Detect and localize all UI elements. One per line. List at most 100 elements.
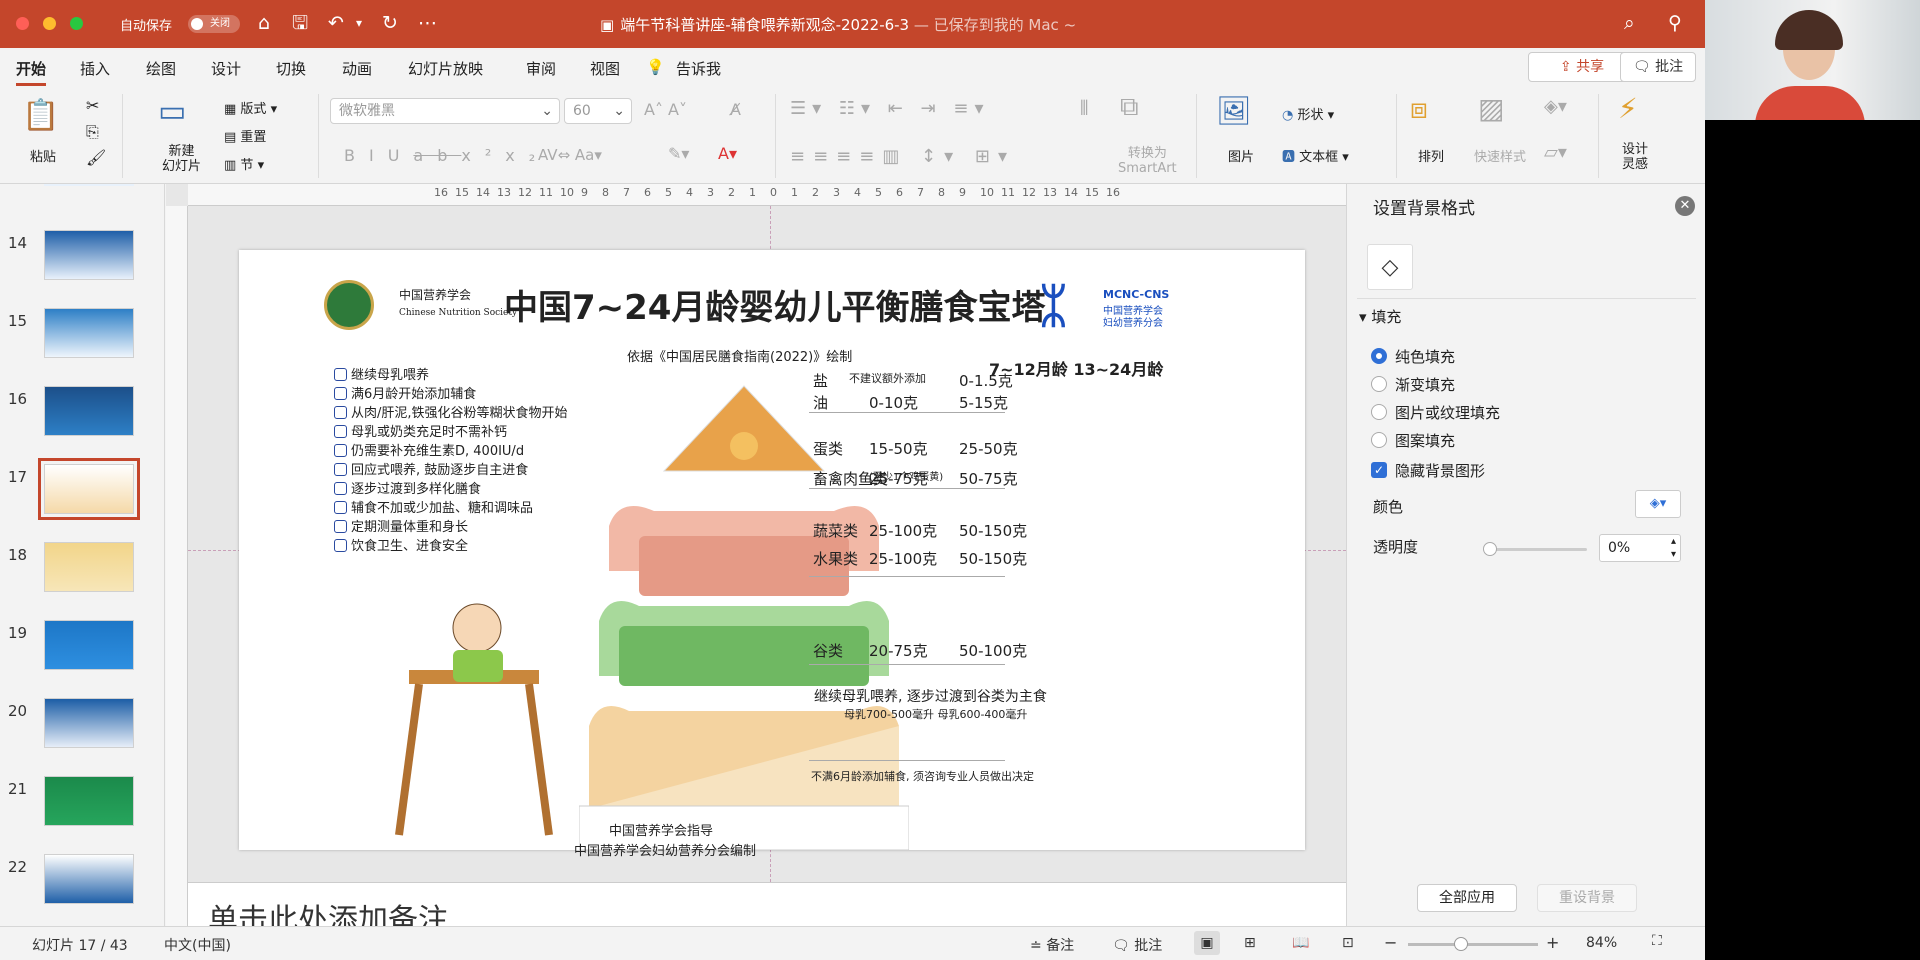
slide-sorter-icon[interactable]: ⊞ — [1244, 935, 1256, 951]
redo-icon[interactable]: ↻ — [382, 12, 398, 34]
zoom-slider[interactable] — [1408, 943, 1538, 946]
fill-option-label[interactable]: 图片或纹理填充 — [1395, 402, 1500, 423]
design-ideas-icon[interactable]: ⚡ — [1618, 92, 1638, 125]
apply-to-all-button[interactable]: 全部应用 — [1417, 884, 1517, 912]
fill-bucket-icon[interactable]: ◇ — [1367, 244, 1413, 290]
fill-option-radio[interactable] — [1371, 432, 1387, 448]
color-picker-button[interactable]: ◈▾ — [1635, 490, 1681, 518]
section-button[interactable]: ▥ 节 ▾ — [224, 154, 264, 173]
slide-thumbnail[interactable] — [44, 698, 134, 748]
fill-option-label[interactable]: 纯色填充 — [1395, 346, 1455, 367]
fill-section-header[interactable]: ▾ 填充 — [1359, 306, 1401, 327]
account-icon[interactable]: ⚲ — [1668, 12, 1682, 34]
slide-thumbnail[interactable] — [44, 776, 134, 826]
undo-icon[interactable]: ↶ — [328, 12, 344, 34]
picture-button[interactable]: 图片 — [1228, 146, 1254, 165]
layout-button[interactable]: ▦ 版式 ▾ — [224, 98, 277, 117]
comments-toggle[interactable]: 🗨 批注 — [1112, 935, 1162, 955]
quick-styles-button[interactable]: 快速样式 — [1474, 146, 1526, 165]
slideshow-icon[interactable]: ⊡ — [1342, 935, 1354, 951]
fill-option-label[interactable]: 图案填充 — [1395, 430, 1455, 451]
paste-icon[interactable]: 📋 — [22, 98, 59, 133]
arrange-icon[interactable]: ⧈ — [1410, 92, 1428, 126]
font-color-icon[interactable]: A▾ — [718, 144, 737, 163]
slide-editing-area[interactable]: 16 15 14 13 12 11 10 9 8 7 6 5 4 3 2 1 0 1 2 3 4 5 6 7 8 9 10 11 12 1… — [166, 184, 1346, 926]
save-icon[interactable]: 🖫 — [292, 12, 308, 34]
columns-icon[interactable]: ⫴ — [1080, 96, 1088, 120]
new-slide-button[interactable]: 新建 幻灯片 — [162, 144, 201, 174]
slide-thumbnail[interactable] — [44, 620, 134, 670]
normal-view-icon[interactable]: ▣ — [1194, 931, 1220, 955]
tab-draw[interactable]: 绘图 — [146, 58, 176, 79]
home-icon[interactable]: ⌂ — [258, 12, 270, 34]
stepper-icon[interactable]: ▴ ▾ — [1671, 535, 1676, 561]
slide-thumbnail[interactable] — [44, 854, 134, 904]
tab-insert[interactable]: 插入 — [80, 58, 110, 79]
zoom-window-button[interactable] — [70, 17, 83, 30]
cut-icon[interactable]: ✂ — [86, 96, 99, 115]
smartart-icon[interactable]: ⧉ — [1120, 92, 1139, 123]
tab-animations[interactable]: 动画 — [342, 58, 372, 79]
transparency-slider-thumb[interactable] — [1483, 542, 1497, 556]
font-name-combo[interactable]: 微软雅黑 ⌄ — [330, 98, 560, 124]
tab-slideshow[interactable]: 幻灯片放映 — [408, 58, 483, 79]
format-painter-icon[interactable]: 🖌 — [86, 148, 106, 167]
notes-placeholder[interactable]: 单击此处添加备注 — [208, 895, 448, 926]
language-indicator[interactable]: 中文(中国) — [164, 935, 231, 955]
paste-label[interactable]: 粘贴 — [30, 146, 56, 165]
tab-transitions[interactable]: 切换 — [276, 58, 306, 79]
slide-thumbnail-pane[interactable]: 14 15 16 17 18 19 20 21 22 — [0, 184, 165, 926]
arrange-button[interactable]: 排列 — [1418, 146, 1444, 165]
slide-title[interactable]: 中国7~24月龄婴幼儿平衡膳食宝塔 — [504, 280, 1045, 329]
list-buttons[interactable]: ☰▾ ☷▾ ⇤ ⇥ ≡▾ — [790, 98, 990, 119]
design-ideas-button[interactable]: 设计 灵感 — [1622, 142, 1648, 172]
close-icon[interactable]: ✕ — [1675, 196, 1695, 216]
char-spacing-icon[interactable]: AV⇔ Aa▾ — [538, 146, 602, 164]
fill-option-radio[interactable] — [1371, 404, 1387, 420]
new-slide-icon[interactable]: ▭ — [158, 94, 186, 129]
minimize-window-button[interactable] — [43, 17, 56, 30]
transparency-input[interactable]: 0% ▴ ▾ — [1599, 534, 1681, 562]
zoom-in-icon[interactable]: + — [1546, 933, 1559, 952]
fill-option-label[interactable]: 渐变填充 — [1395, 374, 1455, 395]
quick-styles-icon[interactable]: ▨ — [1478, 92, 1504, 125]
zoom-slider-thumb[interactable] — [1454, 937, 1468, 951]
align-buttons[interactable]: ≡≡≡≡▥ ↕▾ ⊞▾ — [790, 146, 1015, 167]
shapes-button[interactable]: ◔ 形状 ▾ — [1282, 104, 1334, 123]
slide-thumbnail-partial[interactable] — [44, 184, 134, 186]
slide-thumbnail[interactable] — [44, 386, 134, 436]
slide-thumbnail[interactable] — [44, 542, 134, 592]
reading-view-icon[interactable]: 📖 — [1292, 935, 1309, 951]
reset-background-button[interactable]: 重设背景 — [1537, 884, 1637, 912]
undo-dropdown-icon[interactable]: ▾ — [356, 12, 362, 34]
font-style-buttons[interactable]: BIUabx²x₂ — [344, 146, 549, 165]
autosave-toggle[interactable]: 关闭 — [188, 15, 240, 33]
slide-thumbnail[interactable] — [44, 308, 134, 358]
comments-button[interactable]: 🗨 批注 — [1620, 52, 1696, 82]
shape-fill-icon[interactable]: ◈▾ — [1544, 96, 1567, 117]
notes-toggle[interactable]: ≐ 备注 — [1030, 935, 1074, 955]
search-icon[interactable]: ⌕ — [1624, 12, 1635, 34]
more-icon[interactable]: ⋯ — [418, 12, 437, 34]
highlight-icon[interactable]: ✎▾ — [668, 144, 689, 163]
fill-option-radio[interactable] — [1371, 348, 1387, 364]
shape-outline-icon[interactable]: ▱▾ — [1544, 142, 1567, 163]
font-size-combo[interactable]: 60 ⌄ — [564, 98, 632, 124]
fill-option-radio[interactable] — [1371, 376, 1387, 392]
close-window-button[interactable] — [16, 17, 29, 30]
grow-font-icon[interactable]: A˄ A˅ — [644, 100, 687, 119]
clear-format-icon[interactable]: A̸ — [730, 100, 741, 119]
slide-17[interactable]: 中国营养学会 Chinese Nutrition Society 中国7~24月… — [239, 250, 1305, 859]
tab-tell-me[interactable]: 告诉我 — [676, 58, 721, 79]
copy-icon[interactable]: ⎘ — [86, 122, 99, 142]
tab-home[interactable]: 开始 — [16, 58, 47, 86]
fit-to-window-icon[interactable]: ⛶ — [1652, 933, 1662, 949]
zoom-out-icon[interactable]: − — [1384, 933, 1397, 952]
transparency-slider[interactable] — [1487, 548, 1587, 551]
reset-button[interactable]: ▤ 重置 — [224, 126, 266, 145]
tab-design[interactable]: 设计 — [211, 58, 241, 79]
tab-review[interactable]: 审阅 — [526, 58, 556, 79]
notes-pane[interactable]: 单击此处添加备注 — [188, 882, 1346, 926]
slide-thumbnail[interactable] — [44, 230, 134, 280]
picture-icon[interactable]: 🖼 — [1216, 94, 1252, 127]
